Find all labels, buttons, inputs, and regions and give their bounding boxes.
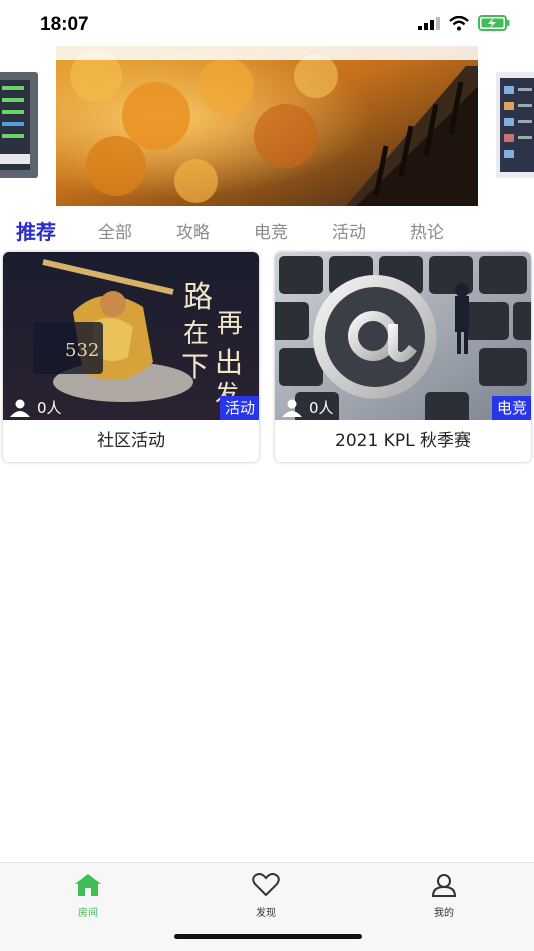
tab-all[interactable]: 全部 xyxy=(98,218,132,243)
user-icon xyxy=(431,874,457,897)
status-time: 18:07 xyxy=(40,14,89,35)
banner-next-slide[interactable] xyxy=(496,72,534,178)
tab-events[interactable]: 活动 xyxy=(332,218,366,243)
room-card-overlay: 0人 电竞 xyxy=(275,394,531,420)
battery-icon xyxy=(478,15,510,31)
viewer-count-label: 0人 xyxy=(37,399,62,417)
wifi-icon xyxy=(449,15,469,30)
banner-carousel[interactable] xyxy=(0,46,534,206)
viewer-count-label: 0人 xyxy=(309,399,334,417)
status-bar: 18:07 xyxy=(0,0,534,48)
svg-text:532: 532 xyxy=(65,340,99,361)
nav-item-mine[interactable]: 我的 xyxy=(404,873,484,919)
home-icon xyxy=(75,874,101,896)
banner-image[interactable] xyxy=(56,46,478,206)
room-card-title: 2021 KPL 秋季赛 xyxy=(335,431,471,451)
nav-label-mine: 我的 xyxy=(434,908,454,919)
tab-esports[interactable]: 电竞 xyxy=(254,218,288,243)
autumn-maple-image xyxy=(56,46,478,206)
user-icon xyxy=(282,399,302,417)
svg-text:再: 再 xyxy=(217,309,243,339)
category-tabs: 推荐 全部 攻略 电竞 活动 热论 xyxy=(0,214,534,246)
nav-item-rooms[interactable]: 房间 xyxy=(48,873,128,919)
banner-prev-slide[interactable] xyxy=(0,72,38,178)
room-card-overlay: 0人 活动 xyxy=(3,394,259,420)
nav-item-discover[interactable]: 发现 xyxy=(226,873,306,919)
tab-hot-topics[interactable]: 热论 xyxy=(410,218,444,243)
tab-recommend[interactable]: 推荐 xyxy=(16,216,56,245)
category-tag: 活动 xyxy=(219,396,259,420)
svg-text:出: 出 xyxy=(215,346,243,379)
room-card-title: 社区活动 xyxy=(97,431,165,451)
svg-text:在: 在 xyxy=(183,319,209,349)
svg-text:路: 路 xyxy=(183,280,213,315)
viewer-count: 0人 xyxy=(9,397,62,418)
nav-label-rooms: 房间 xyxy=(78,908,98,919)
home-indicator xyxy=(174,934,362,939)
signal-icon xyxy=(418,17,440,30)
nav-label-discover: 发现 xyxy=(256,908,276,919)
room-card[interactable]: 532 路 在 再 下 出 发 0人 活动 社区活动 xyxy=(3,252,259,462)
room-card[interactable]: 0人 电竞 2021 KPL 秋季赛 xyxy=(275,252,531,462)
tab-guides[interactable]: 攻略 xyxy=(176,218,210,243)
viewer-count: 0人 xyxy=(281,397,334,418)
svg-text:下: 下 xyxy=(181,350,209,383)
category-tag: 电竞 xyxy=(491,396,531,420)
status-icons xyxy=(418,15,510,31)
user-icon xyxy=(10,399,30,417)
heart-icon xyxy=(252,873,280,897)
